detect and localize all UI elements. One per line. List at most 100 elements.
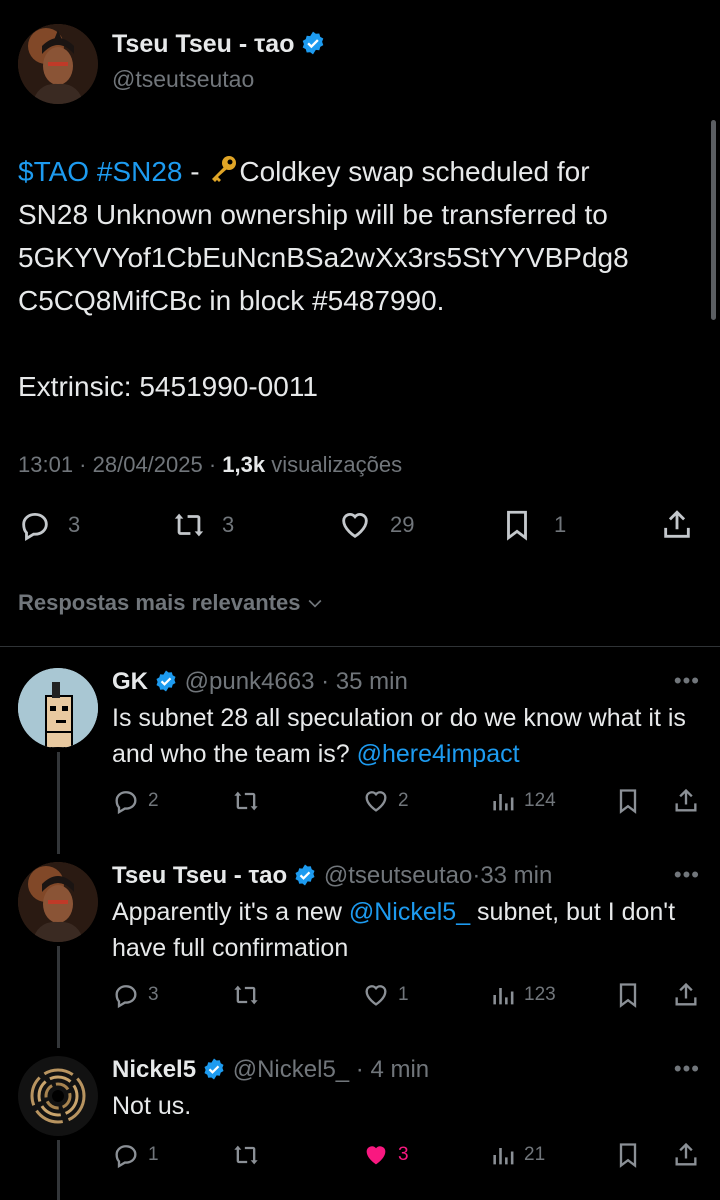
author-avatar[interactable] [18,24,98,104]
views-count: 21 [524,1144,546,1165]
heart-icon [342,513,368,539]
verified-badge-icon [156,670,176,692]
repost-icon [174,513,204,537]
chevron-down-icon [308,599,321,608]
heart-filled-icon [366,1146,386,1165]
reply-avatar[interactable] [18,862,98,942]
reply-header: Nickel5 @Nickel5_ · 4 min [112,1056,430,1083]
reply-repost-button[interactable] [232,787,268,815]
tweet-date[interactable]: 28/04/2025 [93,452,203,477]
heart-icon [365,791,387,812]
repost-icon [234,1145,258,1165]
reply-count: 3 [68,512,81,537]
key-emoji-icon [212,156,237,182]
tweet-text-line2: SN28 Unknown ownership will be transferr… [18,199,608,230]
reply-time[interactable]: 35 min [336,668,408,695]
scrollbar[interactable] [711,120,716,320]
reply-bookmark-button[interactable] [614,981,642,1009]
punk-avatar-icon [18,668,98,748]
mention-link[interactable]: @here4impact [357,740,520,768]
reply-share-button[interactable] [672,787,700,815]
tweet-text-separator: - [182,156,208,187]
reply-share-button[interactable] [672,981,700,1009]
bookmark-icon [619,1143,637,1168]
samurai-portrait-icon [18,862,98,942]
reply-text: Apparently it's a new @Nickel5_ subnet, … [112,894,707,966]
cashtag-link[interactable]: $TAO [18,156,89,187]
reply-text-part: Apparently it's a new [112,898,349,926]
views-label: visualizações [271,452,403,477]
reply-icon [115,791,137,815]
reply-avatar[interactable] [18,1056,98,1136]
reply-reply-button[interactable]: 2 [112,787,159,815]
views-chart-icon [493,794,514,811]
reply-bookmark-button[interactable] [614,1141,642,1169]
reply-bookmark-button[interactable] [614,787,642,815]
repost-button[interactable]: 3 [172,508,234,542]
reply-views-button[interactable]: 123 [490,981,556,1009]
reply-text: Is subnet 28 all speculation or do we kn… [112,700,707,772]
reply-repost-button[interactable] [232,981,268,1009]
reply-like-button[interactable]: 2 [362,787,409,815]
reply-like-button[interactable]: 1 [362,981,409,1009]
verified-badge-icon [295,864,315,886]
like-count: 3 [398,1144,409,1165]
reply-author-handle[interactable]: @tseutseutao [324,862,472,889]
bookmark-button[interactable]: 1 [500,508,566,542]
share-icon [664,510,690,538]
reply-count: 2 [148,790,159,811]
author-name[interactable]: Tseu Tseu - τao [112,30,326,59]
reply-count: 1 [148,1144,159,1165]
verified-badge-icon [303,31,324,55]
repost-icon [234,985,258,1005]
reply-button[interactable]: 3 [18,508,80,542]
reply-reply-button[interactable]: 1 [112,1141,159,1169]
reply-avatar[interactable] [18,668,98,748]
reply-header: GK @punk4663 · 35 min [112,668,408,695]
repost-icon [234,791,258,811]
hashtag-link[interactable]: #SN28 [97,156,183,187]
reply-time[interactable]: 4 min [370,1056,429,1083]
thread-connector [57,752,60,854]
bookmark-icon [619,789,637,814]
views-chart-icon [493,1148,514,1165]
reply-reply-button[interactable]: 3 [112,981,159,1009]
reply-views-button[interactable]: 124 [490,787,556,815]
reply-share-button[interactable] [672,1141,700,1169]
reply-author-name[interactable]: Nickel5 [112,1056,196,1083]
tweet-text-line1: Coldkey swap scheduled for [239,156,590,187]
tweet-meta: 13:01 · 28/04/2025 · 1,3k visualizações [18,452,403,477]
reply-author-name[interactable]: Tseu Tseu - τao [112,862,287,889]
share-icon [675,1142,697,1166]
reply-author-handle[interactable]: @Nickel5_ [233,1056,349,1083]
tweet-text-line5: Extrinsic: 5451990-0011 [18,371,318,402]
views-count: 124 [524,790,556,811]
reply-views-button[interactable]: 21 [490,1141,545,1169]
mention-link[interactable]: @Nickel5_ [349,898,470,926]
reply-sort-dropdown[interactable]: Respostas mais relevantes [18,590,325,616]
reply-author-name[interactable]: GK [112,668,148,695]
like-button[interactable]: 29 [338,508,414,542]
like-count: 1 [398,984,409,1005]
author-handle[interactable]: @tseutseutao [112,66,254,93]
samurai-portrait-icon [18,24,98,104]
share-icon [675,788,697,812]
reply-repost-button[interactable] [232,1141,268,1169]
reply-author-handle[interactable]: @punk4663 [185,668,315,695]
views-chart-icon [493,988,514,1005]
views-count: 123 [524,984,556,1005]
bookmark-icon [507,510,527,541]
reply-icon [22,512,48,541]
reply-icon [115,985,137,1009]
reply-text-part: Not us. [112,1092,192,1120]
tweet-time[interactable]: 13:01 [18,452,73,477]
reply-like-button[interactable]: 3 [362,1141,409,1169]
more-options-icon[interactable]: ••• [674,1056,700,1082]
more-options-icon[interactable]: ••• [674,668,700,694]
reply-time[interactable]: 33 min [480,862,552,889]
share-button[interactable] [660,508,694,542]
more-options-icon[interactable]: ••• [674,862,700,888]
verified-badge-icon [204,1058,224,1080]
reply-count: 3 [148,984,159,1005]
views-count: 1,3k [222,452,266,477]
